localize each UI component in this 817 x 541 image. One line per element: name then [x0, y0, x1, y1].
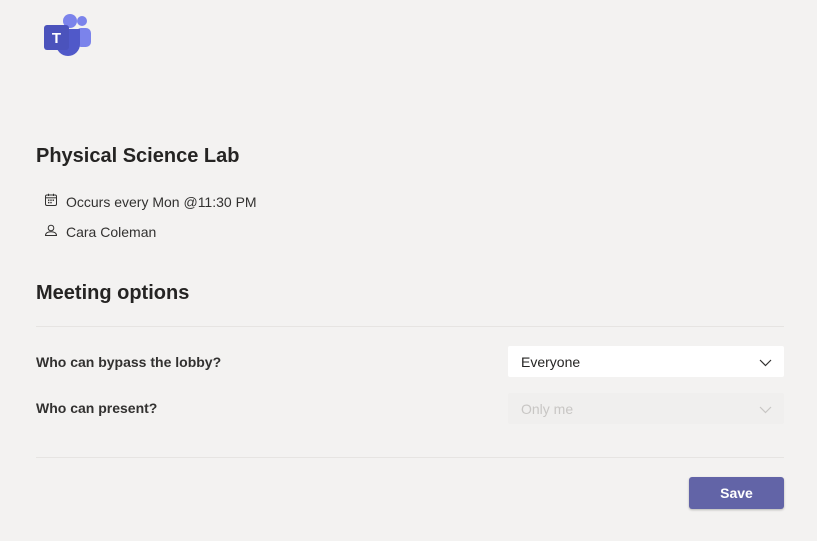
chevron-down-icon — [759, 401, 772, 417]
person-icon — [44, 223, 66, 240]
bypass-lobby-label: Who can bypass the lobby? — [36, 354, 222, 370]
meeting-title: Physical Science Lab — [36, 145, 240, 167]
svg-text:T: T — [52, 30, 61, 47]
schedule-text: Occurs every Mon @11:30 PM — [66, 193, 257, 210]
meeting-options-heading: Meeting options — [36, 282, 190, 304]
meeting-organizer: Cara Coleman — [44, 223, 156, 240]
save-button[interactable]: Save — [689, 477, 784, 509]
calendar-icon — [44, 193, 66, 210]
divider — [36, 326, 784, 327]
who-can-present-value: Only me — [521, 400, 574, 417]
chevron-down-icon — [759, 354, 772, 370]
organizer-name: Cara Coleman — [66, 223, 157, 240]
who-can-present-dropdown[interactable]: Only me — [508, 393, 784, 424]
teams-logo-icon: T — [42, 12, 94, 60]
who-can-present-label: Who can present? — [36, 400, 158, 416]
divider — [36, 457, 784, 458]
meeting-schedule: Occurs every Mon @11:30 PM — [44, 193, 257, 210]
bypass-lobby-dropdown[interactable]: Everyone — [508, 346, 784, 377]
bypass-lobby-value: Everyone — [521, 353, 581, 370]
